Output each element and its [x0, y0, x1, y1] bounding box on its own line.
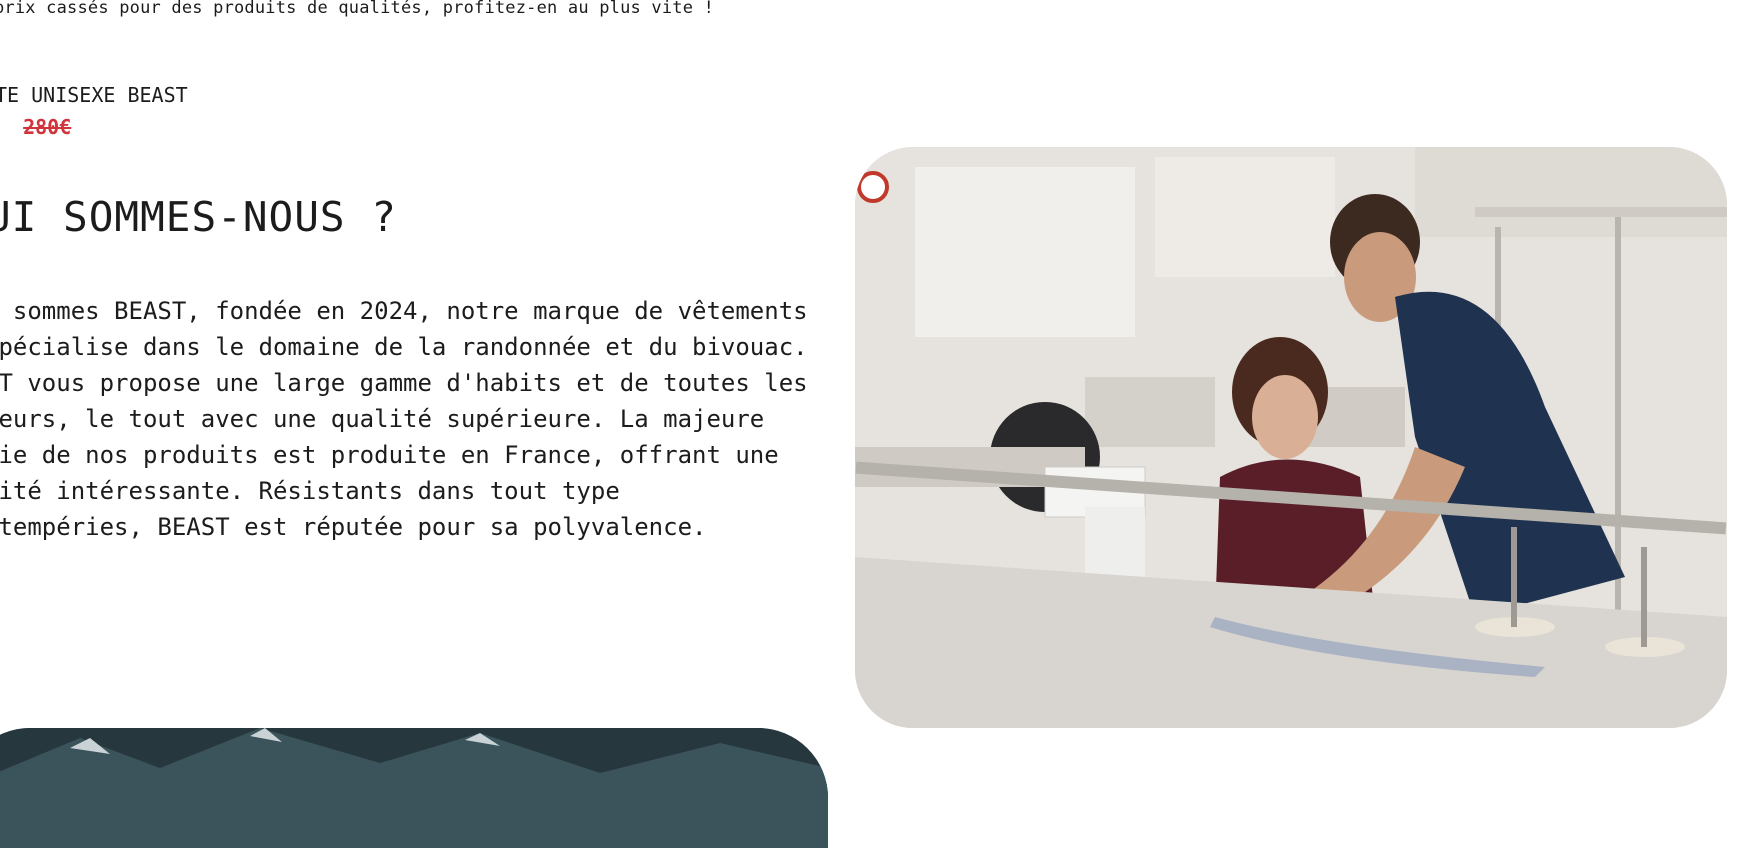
price-row: € 280€ — [0, 115, 71, 139]
about-line: ST vous propose une large gamme d'habits… — [0, 369, 808, 397]
old-price: 280€ — [23, 115, 72, 139]
current-price: € — [0, 115, 1, 139]
about-line: lité intéressante. Résistants dans tout … — [0, 477, 620, 505]
about-line: spécialise dans le domaine de la randonn… — [0, 333, 808, 361]
workshop-illustration — [855, 147, 1727, 728]
product-name[interactable]: TE UNISEXE BEAST — [0, 83, 188, 107]
mountain-illustration — [0, 728, 828, 848]
workshop-photo — [855, 147, 1727, 728]
mountain-photo — [0, 728, 828, 848]
about-title: UI SOMMES-NOUS ? — [0, 193, 397, 241]
about-line: s sommes BEAST, fondée en 2024, notre ma… — [0, 297, 808, 325]
about-paragraph: s sommes BEAST, fondée en 2024, notre ma… — [0, 293, 829, 545]
about-line: ntempéries, BEAST est réputée pour sa po… — [0, 513, 707, 541]
about-line: tie de nos produits est produite en Fran… — [0, 441, 779, 469]
promo-banner-text: prix cassés pour des produits de qualité… — [0, 0, 715, 18]
about-line: leurs, le tout avec une qualité supérieu… — [0, 405, 765, 433]
